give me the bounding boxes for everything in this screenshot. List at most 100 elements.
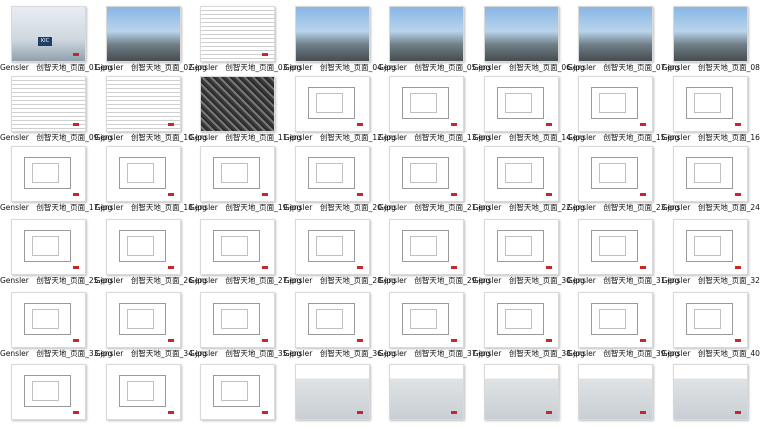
image-preview <box>200 219 275 275</box>
file-thumbnail-tile[interactable]: Gensler 创智天地_页面_20.jpg <box>284 140 396 212</box>
file-thumbnail-tile[interactable] <box>567 358 661 428</box>
file-thumbnail-tile[interactable]: Gensler 创智天地_页面_15.jpg <box>567 70 679 142</box>
image-preview <box>11 219 86 275</box>
file-thumbnail-tile[interactable]: Gensler 创智天地_页面_29.jpg <box>378 213 491 285</box>
gensler-mark-icon <box>73 123 79 126</box>
file-thumbnail-tile[interactable]: Gensler 创智天地_页面_16.jpg <box>662 70 760 142</box>
image-preview <box>294 6 370 62</box>
gensler-mark-icon <box>262 339 268 342</box>
image-preview <box>294 76 370 132</box>
gensler-mark-icon <box>262 266 268 269</box>
file-thumbnail-tile[interactable] <box>473 358 567 428</box>
file-name-label: Gensler 创智天地_页面_21.jpg <box>378 203 491 212</box>
kic-logo-icon: KIC <box>38 37 52 46</box>
file-thumbnail-tile[interactable]: Gensler 创智天地_页面_28.jpg <box>284 213 396 285</box>
file-name-label: Gensler 创智天地_页面_32.jpg <box>661 276 760 285</box>
image-preview <box>294 292 370 348</box>
file-thumbnail-tile[interactable]: Gensler 创智天地_页面_10.jpg <box>95 70 207 142</box>
file-thumbnail-tile[interactable]: Gensler 创智天地_页面_26.jpg <box>94 213 207 285</box>
file-thumbnail-tile[interactable]: Gensler 创智天地_页面_22.jpg <box>472 140 585 212</box>
file-thumbnail-tile[interactable]: Gensler 创智天地_页面_11.jpg <box>189 70 301 142</box>
file-name-label: Gensler 创智天地_页面_17.jpg <box>0 203 113 212</box>
file-thumbnail-tile[interactable] <box>189 358 283 428</box>
file-thumbnail-tile[interactable]: Gensler 创智天地_页面_21.jpg <box>378 140 491 212</box>
file-name-label: Gensler 创智天地_页面_35.jpg <box>189 349 302 358</box>
gensler-mark-icon <box>545 266 552 269</box>
file-name-label: Gensler 创智天地_页面_22.jpg <box>472 203 585 212</box>
file-thumbnail-tile[interactable]: Gensler 创智天地_页面_12.jpg <box>284 70 396 142</box>
file-thumbnail-tile[interactable] <box>95 358 189 428</box>
file-thumbnail-tile[interactable]: Gensler 创智天地_页面_37.jpg <box>378 286 491 358</box>
file-thumbnail-tile[interactable]: Gensler 创智天地_页面_14.jpg <box>473 70 585 142</box>
gensler-mark-icon <box>545 339 552 342</box>
file-name-label: Gensler 创智天地_页面_18.jpg <box>94 203 207 212</box>
gensler-mark-icon <box>545 123 552 126</box>
file-name-label: Gensler 创智天地_页面_19.jpg <box>189 203 302 212</box>
image-preview <box>483 146 559 202</box>
file-thumbnail-tile[interactable]: Gensler 创智天地_页面_27.jpg <box>189 213 301 285</box>
file-name-label: Gensler 创智天地_页面_31.jpg <box>567 276 680 285</box>
gensler-mark-icon <box>356 193 363 196</box>
file-thumbnail-tile[interactable]: Gensler 创智天地_页面_13.jpg <box>378 70 490 142</box>
file-name-label: Gensler 创智天地_页面_37.jpg <box>378 349 491 358</box>
gensler-mark-icon <box>356 411 363 414</box>
file-thumbnail-tile[interactable] <box>0 358 94 428</box>
file-name-label: Gensler 创智天地_页面_23.jpg <box>567 203 680 212</box>
file-thumbnail-tile[interactable] <box>662 358 756 428</box>
file-thumbnail-tile[interactable]: Gensler 创智天地_页面_31.jpg <box>567 213 680 285</box>
file-thumbnail-tile[interactable]: Gensler 创智天地_页面_36.jpg <box>283 286 396 358</box>
file-name-label: Gensler 创智天地_页面_36.jpg <box>283 349 396 358</box>
gensler-mark-icon <box>262 411 268 414</box>
file-thumbnail-tile[interactable]: Gensler 创智天地_页面_23.jpg <box>567 140 680 212</box>
file-thumbnail-tile[interactable]: Gensler 创智天地_页面_18.jpg <box>94 140 207 212</box>
file-name-label: Gensler 创智天地_页面_39.jpg <box>567 349 680 358</box>
gensler-mark-icon <box>451 339 457 342</box>
gensler-mark-icon <box>167 266 174 269</box>
image-preview <box>11 292 86 348</box>
file-thumbnail-tile[interactable]: Gensler 创智天地_页面_09.jpg <box>0 70 112 142</box>
file-thumbnail-tile[interactable]: Gensler 创智天地_页面_17.jpg <box>0 140 113 212</box>
file-thumbnail-tile[interactable]: Gensler 创智天地_页面_30.jpg <box>472 213 585 285</box>
file-thumbnail-tile[interactable]: Gensler 创智天地_页面_33.jpg <box>0 286 112 358</box>
file-thumbnail-tile[interactable]: Gensler 创智天地_页面_07.jpg <box>567 0 679 72</box>
file-thumbnail-tile[interactable]: KIC Gensler 创智天地_页面_01.jpg <box>0 0 112 72</box>
file-name-label: Gensler 创智天地_页面_24.jpg <box>661 203 760 212</box>
file-thumbnail-tile[interactable] <box>284 358 378 428</box>
gensler-mark-icon <box>73 53 79 56</box>
file-thumbnail-tile[interactable]: Gensler 创智天地_页面_40.jpg <box>661 286 760 358</box>
file-name-label: Gensler 创智天地_页面_29.jpg <box>378 276 491 285</box>
file-thumbnail-tile[interactable]: Gensler 创智天地_页面_38.jpg <box>472 286 585 358</box>
file-thumbnail-tile[interactable]: Gensler 创智天地_页面_24.jpg <box>661 140 760 212</box>
image-preview <box>672 76 748 132</box>
image-preview <box>578 146 653 202</box>
image-preview <box>672 6 748 62</box>
image-preview <box>578 6 653 62</box>
file-thumbnail-tile[interactable]: Gensler 创智天地_页面_39.jpg <box>567 286 680 358</box>
gensler-mark-icon <box>734 266 741 269</box>
file-thumbnail-tile[interactable]: Gensler 创智天地_页面_19.jpg <box>189 140 302 212</box>
file-thumbnail-tile[interactable]: Gensler 创智天地_页面_05.jpg <box>378 0 490 72</box>
image-preview <box>578 292 653 348</box>
image-preview: KIC <box>11 6 86 62</box>
file-thumbnail-tile[interactable] <box>378 358 472 428</box>
file-thumbnail-tile[interactable]: Gensler 创智天地_页面_04.jpg <box>284 0 396 72</box>
gensler-mark-icon <box>734 123 741 126</box>
image-preview <box>200 6 275 62</box>
file-thumbnail-tile[interactable]: Gensler 创智天地_页面_35.jpg <box>189 286 302 358</box>
file-thumbnail-tile[interactable]: Gensler 创智天地_页面_03.jpg <box>189 0 301 72</box>
file-thumbnail-tile[interactable]: Gensler 创智天地_页面_02.jpg <box>95 0 207 72</box>
gensler-mark-icon <box>640 266 646 269</box>
file-name-label: Gensler 创智天地_页面_38.jpg <box>472 349 585 358</box>
file-name-label: Gensler 创智天地_页面_30.jpg <box>472 276 585 285</box>
gensler-mark-icon <box>73 339 79 342</box>
file-thumbnail-tile[interactable]: Gensler 创智天地_页面_34.jpg <box>95 286 207 358</box>
file-thumbnail-tile[interactable]: Gensler 创智天地_页面_06.jpg <box>473 0 585 72</box>
image-preview <box>483 76 559 132</box>
image-preview <box>483 292 559 348</box>
file-thumbnail-tile[interactable]: Gensler 创智天地_页面_25.jpg <box>0 213 112 285</box>
file-thumbnail-tile[interactable]: Gensler 创智天地_页面_08.jpg <box>662 0 760 72</box>
file-thumbnail-tile[interactable]: Gensler 创智天地_页面_32.jpg <box>661 213 760 285</box>
image-preview <box>11 76 86 132</box>
file-name-label: Gensler 创智天地_页面_26.jpg <box>94 276 207 285</box>
file-name-label: Gensler 创智天地_页面_40.jpg <box>661 349 760 358</box>
